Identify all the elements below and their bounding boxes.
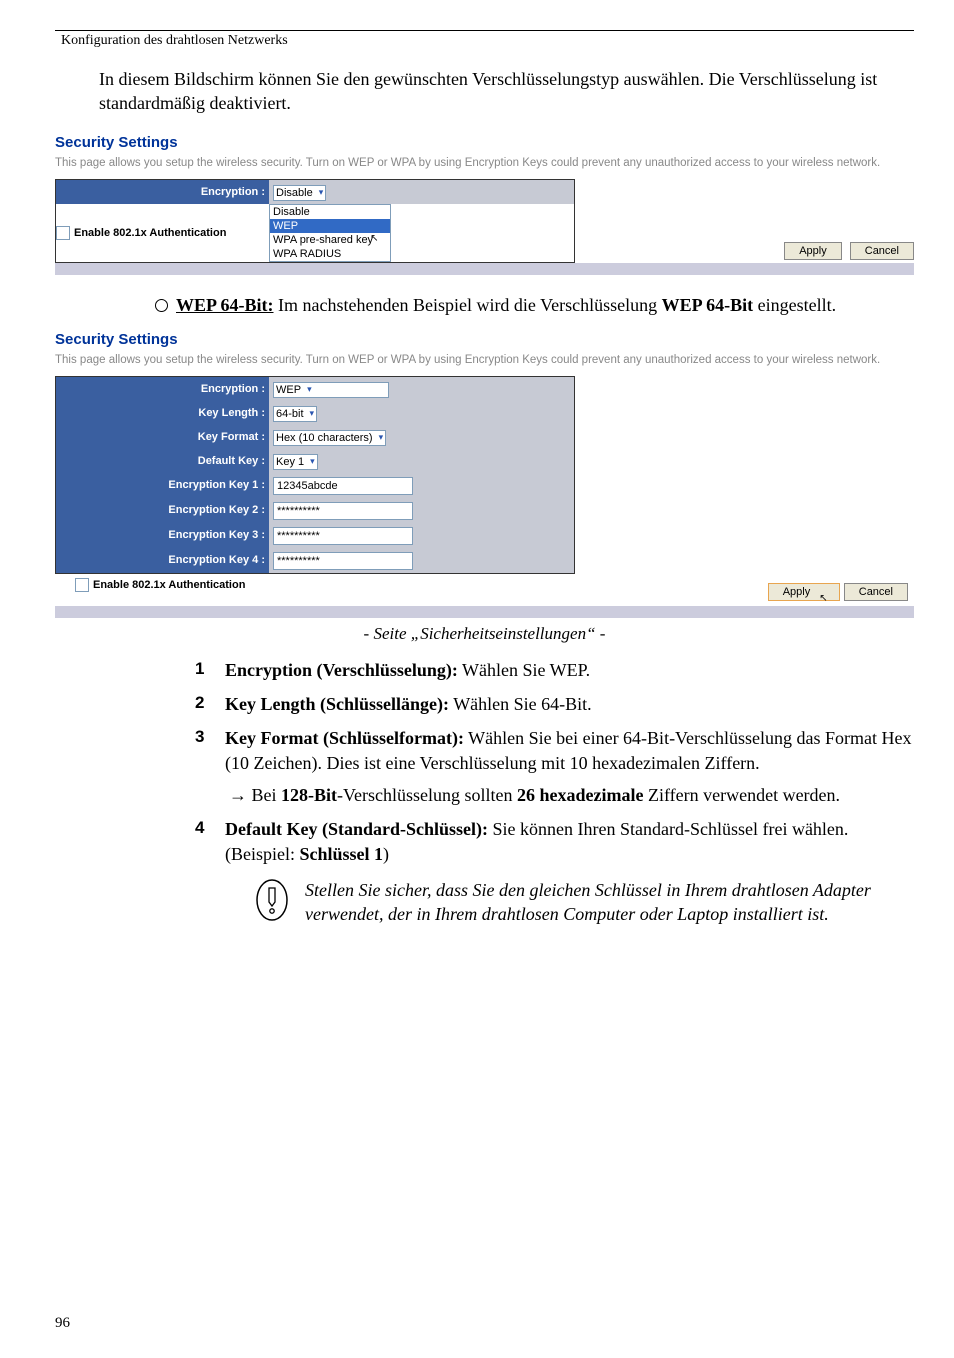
dropdown-encryption-value: WEP [276,384,301,396]
cancel-button-2[interactable]: Cancel [844,583,908,601]
arrow-right-icon: → [229,785,247,805]
note-text: Stellen Sie sicher, dass Sie den gleiche… [305,878,905,927]
intro-text: In diesem Bildschirm können Sie den gewü… [99,67,879,116]
screenshot-1: Encryption : Disable ▾ Enable [55,179,914,275]
apply-button-2-label: Apply [783,586,811,598]
step-number: 1 [195,658,204,681]
dropdown-keyformat[interactable]: Hex (10 characters) ▾ [273,430,386,446]
enable-8021x-checkbox-2[interactable] [75,578,89,592]
input-key3[interactable] [273,527,413,545]
security-settings-title-1: Security Settings [55,134,914,151]
security-settings-desc-2: This page allows you setup the wireless … [55,354,914,366]
enable-8021x-label-2: Enable 802.1x Authentication [93,579,245,591]
apply-button-2[interactable]: Apply ↖ [768,583,840,601]
screenshot-2: Encryption : WEP ▾ Key Length : 64-bit ▾ K… [55,376,914,618]
apply-button[interactable]: Apply [784,242,842,260]
input-key2[interactable] [273,502,413,520]
encryption-dropdown[interactable]: Disable ▾ [273,185,326,201]
label-key1: Encryption Key 1 : [56,473,269,498]
label-keyformat: Key Format : [56,425,269,449]
page-number: 96 [55,1315,70,1332]
chevron-down-icon: ▾ [307,384,312,395]
chevron-down-icon: ▾ [310,456,315,467]
chevron-down-icon: ▾ [310,408,315,419]
label-keylength: Key Length : [56,401,269,425]
dropdown-encryption[interactable]: WEP ▾ [273,382,389,398]
step-1: 1 Encryption (Verschlüsselung): Wählen S… [195,658,914,692]
encryption-option-disable[interactable]: Disable [270,205,390,219]
label-key3: Encryption Key 3 : [56,523,269,548]
encryption-option-wpa-radius[interactable]: WPA RADIUS [270,247,390,261]
security-settings-title-2: Security Settings [55,331,914,348]
encryption-option-wpa-psk-label: WPA pre-shared key [273,234,373,246]
label-key4: Encryption Key 4 : [56,548,269,573]
dropdown-keylength-value: 64-bit [276,408,304,420]
enable-8021x-checkbox[interactable] [56,226,70,240]
label-defaultkey: Default Key : [56,449,269,473]
step-number: 3 [195,726,204,749]
label-encryption: Encryption : [56,377,269,401]
step-number: 2 [195,692,204,715]
step-number: 4 [195,817,204,840]
dropdown-defaultkey-value: Key 1 [276,456,304,468]
enable-8021x-label: Enable 802.1x Authentication [74,227,226,239]
chevron-down-icon: ▾ [319,187,324,198]
security-settings-desc-1: This page allows you setup the wireless … [55,157,914,169]
step-2: 2 Key Length (Schlüssellänge): Wählen Si… [195,692,914,726]
encryption-option-wep[interactable]: WEP [270,219,390,233]
bullet-circle-icon [155,299,168,312]
step-3: 3 Key Format (Schlüsselformat): Wählen S… [195,726,914,817]
label-key2: Encryption Key 2 : [56,498,269,523]
screenshot-caption: - Seite „Sicherheitseinstellungen“ - [55,624,914,644]
page-header: Konfiguration des drahtlosen Netzwerks [61,33,914,49]
cancel-button[interactable]: Cancel [850,242,914,260]
dropdown-defaultkey[interactable]: Key 1 ▾ [273,454,318,470]
note-icon [255,878,289,928]
encryption-dropdown-list[interactable]: Disable WEP WPA pre-shared key ↖ WPA RAD… [269,204,391,262]
chevron-down-icon: ▾ [379,432,384,443]
wep-intro-line: WEP 64-Bit: Im nachstehenden Beispiel wi… [155,293,895,317]
step-4: 4 Default Key (Standard-Schlüssel): Sie … [195,817,914,938]
input-key4[interactable] [273,552,413,570]
dropdown-keylength[interactable]: 64-bit ▾ [273,406,317,422]
encryption-option-wpa-psk[interactable]: WPA pre-shared key ↖ [270,233,390,247]
dropdown-keyformat-value: Hex (10 characters) [276,432,373,444]
cursor-icon: ↖ [819,593,827,604]
encryption-label: Encryption : [56,180,269,204]
cursor-icon: ↖ [370,233,378,244]
encryption-dropdown-value: Disable [276,187,313,199]
input-key1[interactable] [273,477,413,495]
